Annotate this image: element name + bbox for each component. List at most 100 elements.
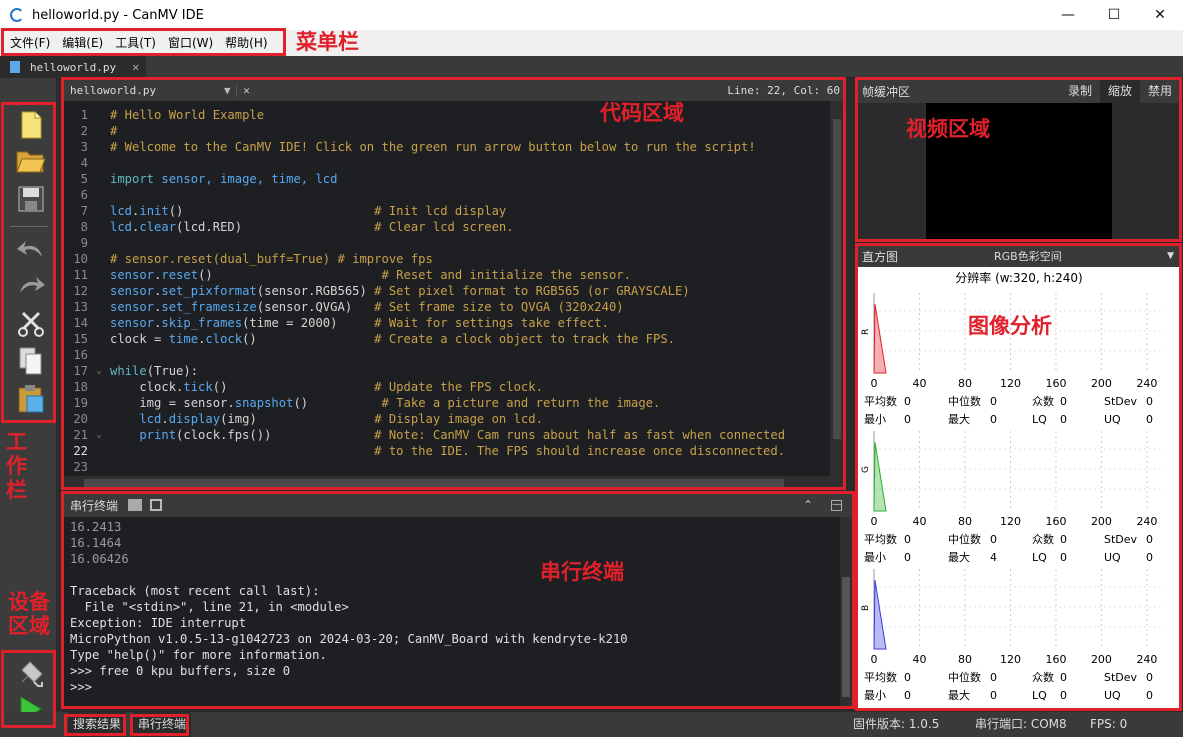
histogram-header: 直方图 RGB色彩空间 ▼ (858, 245, 1180, 267)
code-line[interactable]: 4 (64, 155, 844, 171)
close-editor-icon[interactable]: ✕ (236, 83, 256, 97)
line-number: 18 (73, 380, 88, 394)
color-space-select[interactable]: RGB色彩空间 (994, 248, 1062, 264)
code-line[interactable]: 15 clock = time.clock() # Create a clock … (64, 331, 844, 347)
code-token: sensor (110, 284, 155, 298)
editor-file-select[interactable]: helloworld.py (64, 84, 224, 97)
serial-terminal-tab[interactable]: 串行终端 (133, 712, 192, 737)
code-line[interactable]: 11 sensor.reset() # Reset and initialize … (64, 267, 844, 283)
serial-terminal[interactable]: 串行终端 ⌃ — 16.2413 16.1464 16.06426 Traceback… (64, 493, 852, 708)
code-lines[interactable]: 1 # Hello World Example 2 #3 # Welcome to th… (64, 107, 844, 474)
chevron-down-icon[interactable]: ▼ (224, 84, 236, 97)
code-line[interactable]: 9 (64, 235, 844, 251)
code-line[interactable]: 3 # Welcome to the CanMV IDE! Click on th… (64, 139, 844, 155)
disable-button[interactable]: 禁用 (1140, 79, 1180, 103)
menu-help[interactable]: 帮助(H) (219, 30, 273, 56)
stat-label-stdev: StDev (1104, 671, 1138, 684)
zoom-button[interactable]: 缩放 (1099, 79, 1140, 103)
code-line[interactable]: 17 ⌄ while(True): (64, 363, 844, 379)
clear-terminal-icon[interactable] (128, 499, 143, 511)
code-line[interactable]: 18 clock.tick() # Update the FPS clock. (64, 379, 844, 395)
editor-vertical-scrollbar[interactable] (830, 101, 844, 490)
code-token: () (168, 204, 375, 218)
fold-marker[interactable]: ⌄ (88, 427, 110, 443)
paste-icon[interactable] (14, 382, 48, 416)
code-text: # to the IDE. The FPS should increase on… (110, 443, 785, 459)
code-line[interactable]: 13 sensor.set_framesize(sensor.QVGA) # Se… (64, 299, 844, 315)
code-line[interactable]: 16 (64, 347, 844, 363)
terminal-scrollbar[interactable] (840, 517, 852, 708)
code-line[interactable]: 12 sensor.set_pixformat(sensor.RGB565) # … (64, 283, 844, 299)
close-tab-icon[interactable]: ✕ (132, 60, 139, 74)
code-line[interactable]: 14 sensor.skip_frames(time = 2000) # Wait… (64, 315, 844, 331)
chevron-up-icon[interactable]: ⌃ (803, 498, 813, 512)
code-text: clock = time.clock() # Create a clock ob… (110, 331, 675, 347)
menu-tools[interactable]: 工具(T) (109, 30, 162, 56)
chevron-down-icon[interactable]: ▼ (1167, 251, 1174, 261)
x-tick-label: 200 (1091, 377, 1112, 389)
code-editor[interactable]: helloworld.py ▼ ✕ Line: 22, Col: 60 1 # H… (64, 79, 844, 490)
save-icon[interactable] (14, 182, 48, 216)
terminal-line: Exception: IDE interrupt (70, 616, 247, 630)
stat-value-min: 0 (904, 551, 911, 564)
fold-marker (88, 123, 110, 139)
record-button[interactable]: 录制 (1060, 79, 1100, 103)
code-token: (sensor.QVGA) (256, 300, 375, 314)
code-line[interactable]: 19 img = sensor.snapshot() # Take a pict… (64, 395, 844, 411)
code-text: sensor.skip_frames(time = 2000) # Wait f… (110, 315, 609, 331)
code-line[interactable]: 5 import sensor, image, time, lcd (64, 171, 844, 187)
menu-edit[interactable]: 编辑(E) (56, 30, 109, 56)
code-token: () (212, 380, 375, 394)
code-line[interactable]: 1 # Hello World Example (64, 107, 844, 123)
stat-label-mean: 平均数 (864, 395, 897, 408)
copy-icon[interactable] (14, 344, 48, 378)
code-token: sensor (110, 316, 155, 330)
code-line[interactable]: 20 lcd.display(img) # Display image on l… (64, 411, 844, 427)
new-file-icon[interactable] (14, 108, 48, 142)
x-tick-label: 160 (1045, 515, 1066, 527)
stat-label-max: 最大 (948, 689, 970, 702)
fold-marker (88, 331, 110, 347)
code-line[interactable]: 6 (64, 187, 844, 203)
menu-window[interactable]: 窗口(W) (162, 30, 219, 56)
code-line[interactable]: 21 ⌄ print(clock.fps()) # Note: CanMV Cam… (64, 427, 844, 443)
save-terminal-icon[interactable] (150, 499, 163, 511)
search-results-tab[interactable]: 搜索结果 (68, 712, 127, 737)
code-line[interactable]: 8 lcd.clear(lcd.RED) # Clear lcd screen. (64, 219, 844, 235)
stat-value-lq: 0 (1060, 413, 1067, 426)
file-tab[interactable]: helloworld.py ✕ (0, 56, 146, 78)
line-number: 10 (73, 252, 88, 266)
code-line[interactable]: 10 # sensor.reset(dual_buff=True) # impro… (64, 251, 844, 267)
editor-horizontal-scrollbar[interactable] (64, 476, 830, 490)
code-line[interactable]: 22 # to the IDE. The FPS should increase… (64, 443, 844, 459)
x-tick-label: 0 (871, 653, 878, 665)
redo-icon[interactable] (14, 268, 48, 302)
open-folder-icon[interactable] (14, 144, 48, 178)
line-number: 1 (80, 108, 88, 122)
code-token: # Display image on lcd. (374, 412, 543, 426)
close-button[interactable]: ✕ (1137, 0, 1183, 30)
minimize-button[interactable]: — (1045, 0, 1091, 30)
code-annotation: 代码区域 (600, 101, 684, 125)
code-line[interactable]: 7 lcd.init() # Init lcd display (64, 203, 844, 219)
code-text: # sensor.reset(dual_buff=True) # improve… (110, 251, 433, 267)
code-line[interactable]: 2 # (64, 123, 844, 139)
fold-marker[interactable]: ⌄ (88, 363, 110, 379)
undo-icon[interactable] (14, 232, 48, 266)
code-line[interactable]: 23 (64, 459, 844, 474)
terminal-output: 16.2413 16.1464 16.06426 Traceback (most re… (70, 519, 840, 695)
line-number: 9 (80, 236, 88, 250)
code-token: clock = (110, 332, 169, 346)
menu-file[interactable]: 文件(F) (4, 30, 56, 56)
stat-label-max: 最大 (948, 551, 970, 564)
line-number: 7 (80, 204, 88, 218)
histogram-g: 0 40 80 120 160 200 240 G (858, 429, 1180, 530)
maximize-button[interactable]: ☐ (1091, 0, 1137, 30)
minimize-panel-icon[interactable]: — (831, 499, 842, 511)
x-tick-label: 40 (912, 653, 926, 665)
stat-value-max: 0 (990, 689, 997, 702)
connect-device-icon[interactable] (14, 656, 48, 690)
fold-marker (88, 283, 110, 299)
cut-icon[interactable] (14, 306, 48, 340)
channel-label: R (861, 329, 871, 335)
